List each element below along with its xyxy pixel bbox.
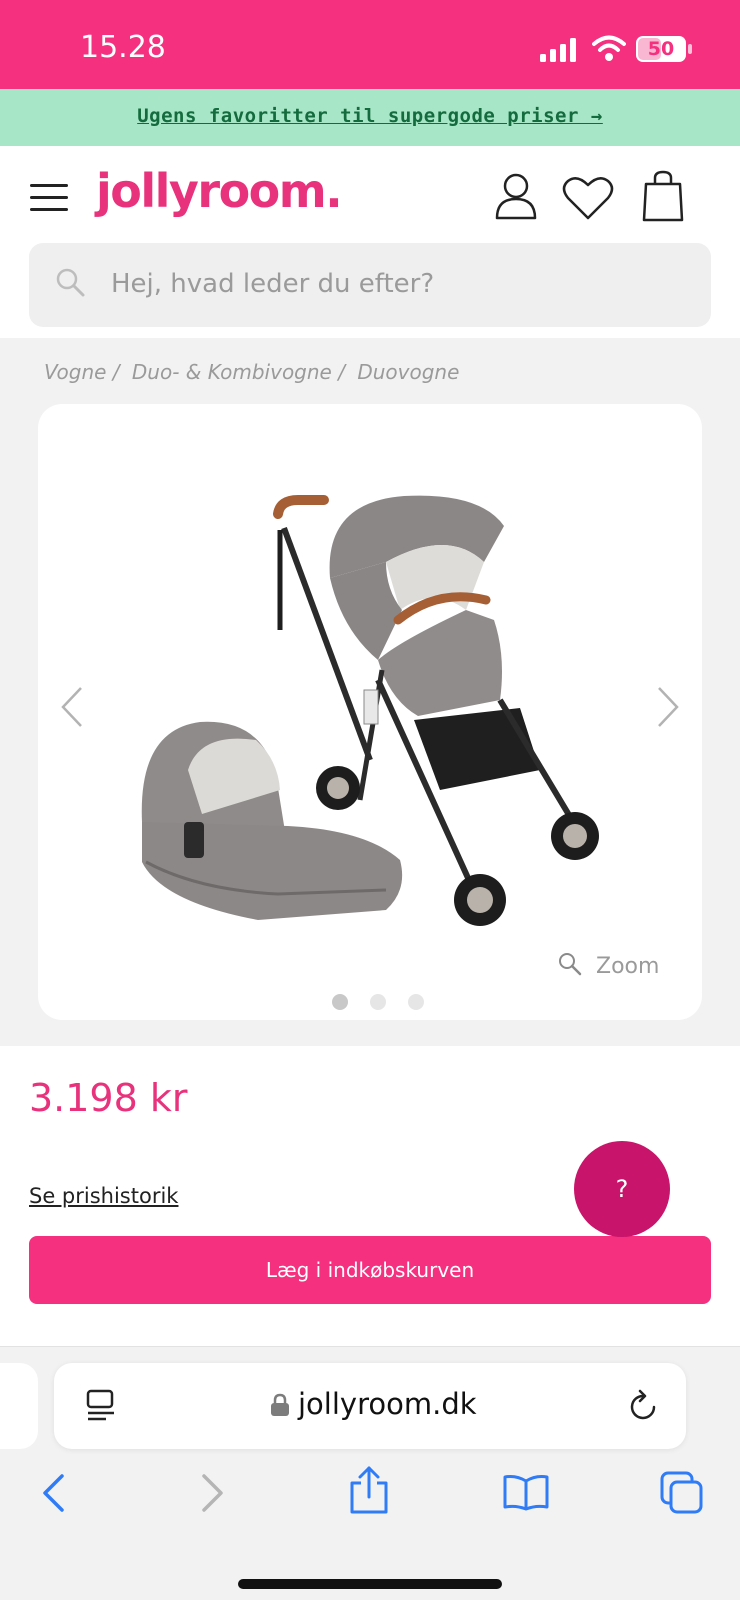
tabs-icon[interactable] bbox=[660, 1471, 704, 1515]
help-button[interactable]: ? bbox=[574, 1141, 670, 1237]
status-bar: 15.28 50 bbox=[0, 0, 740, 89]
menu-icon[interactable] bbox=[30, 184, 68, 212]
chevron-right-icon[interactable] bbox=[656, 686, 680, 728]
signal-icon bbox=[540, 38, 576, 62]
product-gallery-section: Vogne / Duo- & Kombivogne / Duovogne Zoo… bbox=[0, 338, 740, 1046]
zoom-label: Zoom bbox=[596, 954, 660, 979]
share-icon[interactable] bbox=[348, 1465, 390, 1515]
home-indicator bbox=[238, 1579, 502, 1589]
address-bar[interactable]: jollyroom.dk bbox=[54, 1363, 686, 1449]
breadcrumb-item[interactable]: Duovogne bbox=[357, 360, 459, 384]
price-history-link[interactable]: Se prishistorik bbox=[29, 1184, 178, 1208]
search-icon bbox=[56, 268, 85, 297]
bookmarks-icon[interactable] bbox=[502, 1473, 550, 1511]
heart-icon[interactable] bbox=[562, 176, 614, 220]
breadcrumb-item[interactable]: Vogne / bbox=[44, 360, 120, 384]
previous-tab-preview[interactable] bbox=[0, 1363, 38, 1449]
carousel-dot[interactable] bbox=[332, 994, 348, 1010]
reload-icon[interactable] bbox=[628, 1389, 660, 1423]
product-image[interactable] bbox=[128, 470, 608, 950]
chevron-left-icon[interactable] bbox=[60, 686, 84, 728]
carousel-dot[interactable] bbox=[370, 994, 386, 1010]
wifi-icon bbox=[592, 35, 626, 61]
zoom-button[interactable]: Zoom bbox=[558, 952, 659, 981]
add-to-cart-button[interactable]: Læg i indkøbskurven bbox=[29, 1236, 711, 1304]
forward-icon[interactable] bbox=[200, 1473, 226, 1513]
battery-cap bbox=[688, 44, 692, 54]
account-icon[interactable] bbox=[494, 172, 538, 220]
back-icon[interactable] bbox=[40, 1473, 66, 1513]
product-price: 3.198 kr bbox=[29, 1076, 188, 1120]
search-input[interactable]: Hej, hvad leder du efter? bbox=[29, 243, 711, 327]
logo[interactable]: jollyroom. bbox=[96, 164, 343, 218]
reader-icon[interactable] bbox=[86, 1389, 116, 1421]
breadcrumb: Vogne / Duo- & Kombivogne / Duovogne bbox=[44, 360, 465, 384]
site-header: jollyroom. Hej, hvad leder du efter? bbox=[0, 146, 740, 338]
browser-toolbar: jollyroom.dk bbox=[0, 1346, 740, 1600]
status-time: 15.28 bbox=[80, 30, 166, 65]
battery-icon: 50 bbox=[636, 36, 686, 62]
battery-percent: 50 bbox=[647, 38, 675, 60]
zoom-icon bbox=[559, 953, 582, 976]
lock-icon bbox=[271, 1393, 289, 1416]
bag-icon[interactable] bbox=[642, 170, 684, 222]
product-image-card: Zoom bbox=[38, 404, 702, 1020]
promo-banner[interactable]: Ugens favoritter til supergode priser → bbox=[0, 89, 740, 146]
url-text: jollyroom.dk bbox=[298, 1387, 477, 1421]
carousel-dot[interactable] bbox=[408, 994, 424, 1010]
promo-link[interactable]: Ugens favoritter til supergode priser → bbox=[137, 105, 603, 127]
breadcrumb-item[interactable]: Duo- & Kombivogne / bbox=[132, 360, 345, 384]
search-placeholder: Hej, hvad leder du efter? bbox=[111, 269, 435, 299]
